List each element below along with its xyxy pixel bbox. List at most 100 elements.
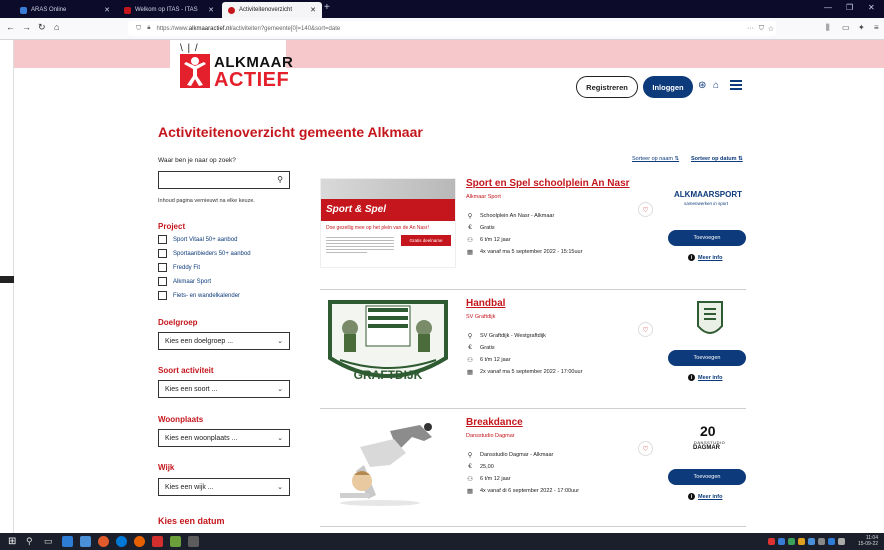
- checkbox[interactable]: [158, 277, 167, 286]
- project-checkbox-fiets-wandel[interactable]: Fiets- en wandelkalender: [158, 291, 240, 300]
- tray-icon[interactable]: [798, 538, 805, 545]
- maximize-icon[interactable]: ❐: [846, 3, 853, 12]
- sort-by-name-link[interactable]: Sorteer op naam ⇅: [632, 156, 679, 162]
- hamburger-menu-icon[interactable]: [730, 80, 742, 90]
- more-info-link[interactable]: i Meer info: [688, 254, 722, 261]
- app-menu-icon[interactable]: ≡: [874, 23, 879, 32]
- browser-tab-itas[interactable]: Welkom op ITAS - ITAS ✕: [118, 2, 220, 18]
- search-taskbar-icon[interactable]: ⚲: [26, 536, 37, 547]
- activity-title-link[interactable]: Handbal: [466, 298, 505, 309]
- task-view-icon[interactable]: ▭: [44, 536, 55, 547]
- windows-start-icon[interactable]: ⊞: [8, 536, 19, 547]
- close-tab-icon[interactable]: ✕: [104, 6, 110, 14]
- register-button[interactable]: Registreren: [576, 76, 638, 98]
- card-divider: [320, 408, 746, 409]
- woonplaats-select[interactable]: Kies een woonplaats ... ⌄: [158, 429, 290, 447]
- soort-activiteit-select[interactable]: Kies een soort ... ⌄: [158, 380, 290, 398]
- browser-tab-activiteiten[interactable]: Activiteitenoverzicht ✕: [222, 2, 322, 18]
- browser-tab-aras[interactable]: ARAS Online ✕: [14, 2, 116, 18]
- pocket-icon[interactable]: ⛉: [759, 25, 764, 33]
- flyer-subtitle: Doe gezellig mee op het plein van de An …: [326, 225, 429, 231]
- tray-icon[interactable]: [818, 538, 825, 545]
- itas-favicon-icon: [124, 6, 131, 14]
- favorite-heart-icon[interactable]: ♡: [638, 202, 653, 217]
- wijk-select[interactable]: Kies een wijk ... ⌄: [158, 478, 290, 496]
- close-tab-icon[interactable]: ✕: [208, 6, 214, 14]
- app-icon[interactable]: [188, 536, 199, 547]
- login-button[interactable]: Inloggen: [643, 76, 693, 98]
- home-icon[interactable]: ⌂: [54, 22, 59, 32]
- add-button[interactable]: Toevoegen: [668, 230, 746, 246]
- browser-tab-bar: ARAS Online ✕ Welkom op ITAS - ITAS ✕ Ac…: [0, 0, 884, 18]
- forward-icon[interactable]: →: [22, 22, 31, 32]
- project-checkbox-sportaanbieders[interactable]: Sportaanbieders 50+ aanbod: [158, 249, 251, 258]
- activity-image-sport-spel[interactable]: Sport & Spel Doe gezellig mee op het ple…: [320, 178, 456, 268]
- new-tab-button[interactable]: +: [324, 2, 330, 13]
- doelgroep-heading: Doelgroep: [158, 318, 198, 327]
- add-button[interactable]: Toevoegen: [668, 350, 746, 366]
- tray-icon[interactable]: [838, 538, 845, 545]
- sidebar-icon[interactable]: ▭: [842, 23, 850, 32]
- extensions-icon[interactable]: ✦: [858, 23, 865, 32]
- library-icon[interactable]: ⫼: [826, 23, 830, 33]
- checkbox[interactable]: [158, 235, 167, 244]
- tab-label: Welkom op ITAS - ITAS: [135, 7, 198, 13]
- logo-rays-icon: \ | /: [180, 43, 199, 54]
- doelgroep-select[interactable]: Kies een doelgroep ... ⌄: [158, 332, 290, 350]
- favorite-heart-icon[interactable]: ♡: [638, 441, 653, 456]
- project-checkbox-sport-vitaal[interactable]: Sport Vitaal 50+ aanbod: [158, 235, 237, 244]
- tray-icon[interactable]: [778, 538, 785, 545]
- activity-schedule: ▦ 4x vanaf ma 5 september 2022 - 15:15uur: [466, 249, 583, 256]
- url-bar[interactable]: ⛉ 🔒︎ https://www.alkmaaractief.nl/activi…: [128, 21, 776, 36]
- bookmark-star-icon[interactable]: ☆: [768, 25, 774, 33]
- project-checkbox-alkmaar-sport[interactable]: Alkmaar Sport: [158, 277, 211, 286]
- app-icon[interactable]: [80, 536, 91, 547]
- tray-icon[interactable]: [808, 538, 815, 545]
- taskbar-clock[interactable]: 11:04 15-09-22: [858, 535, 878, 547]
- close-tab-icon[interactable]: ✕: [310, 6, 316, 14]
- chevron-down-icon: ⌄: [277, 386, 283, 393]
- accessibility-icon[interactable]: ⊛: [698, 80, 706, 91]
- minimize-icon[interactable]: —: [824, 3, 832, 12]
- activity-image-breakdance[interactable]: [320, 417, 456, 507]
- favorite-heart-icon[interactable]: ♡: [638, 322, 653, 337]
- back-icon[interactable]: ←: [6, 22, 15, 32]
- info-icon: i: [688, 493, 695, 500]
- search-field[interactable]: ⚲: [158, 171, 290, 192]
- checkbox[interactable]: [158, 291, 167, 300]
- people-icon: ⚇: [467, 237, 473, 244]
- checkbox[interactable]: [158, 263, 167, 272]
- search-icon[interactable]: ⚲: [277, 175, 283, 184]
- activity-organizer: Dansstudio Dagmar: [466, 433, 515, 439]
- activity-price: € Gratis: [466, 344, 494, 351]
- activity-organizer: SV Graftdijk: [466, 314, 496, 320]
- activity-title-link[interactable]: Sport en Spel schoolplein An Nasr: [466, 178, 630, 189]
- chrome-icon[interactable]: [116, 536, 127, 547]
- project-checkbox-freddy-fit[interactable]: Freddy Fit: [158, 263, 200, 272]
- basket-icon[interactable]: ⌂: [713, 80, 719, 91]
- tray-icon[interactable]: [788, 538, 795, 545]
- more-info-link[interactable]: i Meer info: [688, 374, 722, 381]
- activity-age: ⚇ 6 t/m 12 jaar: [467, 476, 511, 483]
- checkbox[interactable]: [158, 249, 167, 258]
- tray-icon[interactable]: [768, 538, 775, 545]
- app-icon[interactable]: [152, 536, 163, 547]
- add-button[interactable]: Toevoegen: [668, 469, 746, 485]
- sort-by-date-link[interactable]: Sorteer op datum ⇅: [691, 156, 743, 162]
- firefox-icon[interactable]: [134, 536, 145, 547]
- app-icon[interactable]: [170, 536, 181, 547]
- more-info-link[interactable]: i Meer info: [688, 493, 722, 500]
- reload-icon[interactable]: ↻: [38, 22, 46, 33]
- alkmaar-actief-logo[interactable]: \ | / ALKMAAR ACTIEF: [170, 40, 293, 106]
- euro-icon: €: [468, 224, 472, 231]
- more-actions-icon[interactable]: ···: [747, 25, 754, 32]
- close-window-icon[interactable]: ✕: [868, 3, 875, 12]
- tray-icon[interactable]: [828, 538, 835, 545]
- activity-price: €25,00: [466, 463, 494, 470]
- office-icon[interactable]: [98, 536, 109, 547]
- wijk-heading: Wijk: [158, 463, 175, 472]
- edge-icon[interactable]: [62, 536, 73, 547]
- activity-title-link[interactable]: Breakdance: [466, 417, 523, 428]
- search-input[interactable]: [159, 175, 269, 192]
- activity-image-handbal[interactable]: GRAFTDIJK: [320, 298, 456, 388]
